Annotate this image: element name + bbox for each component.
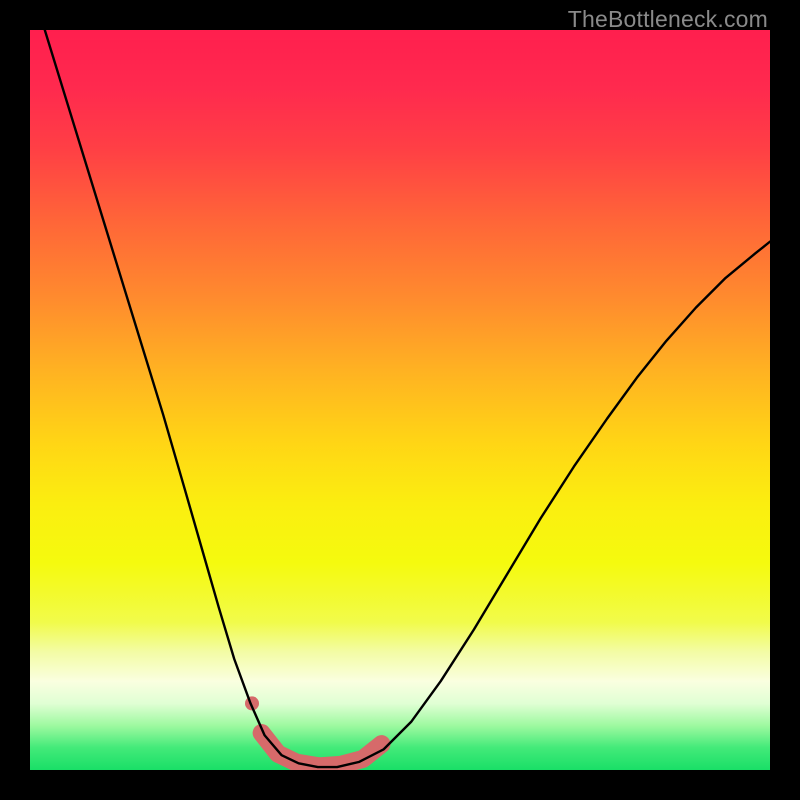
gradient-background [30, 30, 770, 770]
attribution-watermark: TheBottleneck.com [568, 6, 768, 33]
chart-frame: TheBottleneck.com [0, 0, 800, 800]
plot-area [30, 30, 770, 770]
chart-svg [30, 30, 770, 770]
